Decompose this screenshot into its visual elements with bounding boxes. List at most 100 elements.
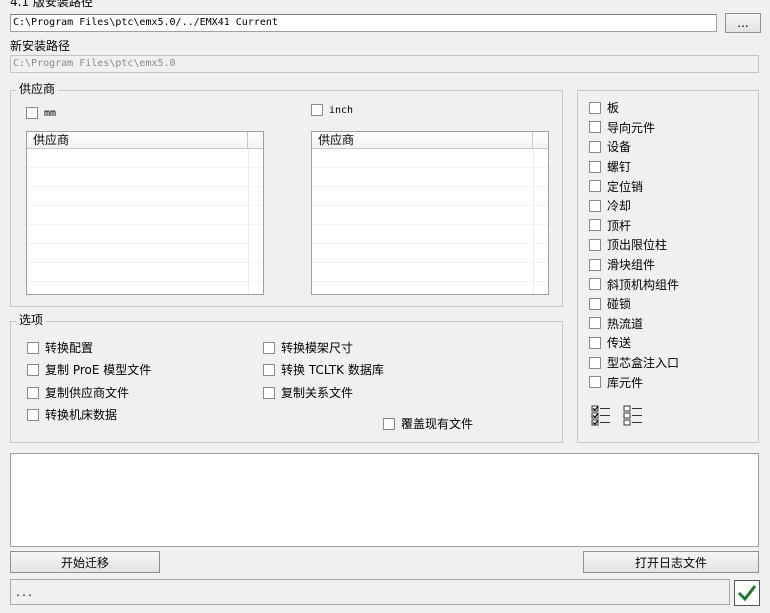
component-option[interactable]: 热流道 <box>589 314 749 334</box>
mm-supplier-list[interactable]: 供应商 <box>26 131 264 295</box>
copy-proe-models-checkbox[interactable] <box>27 363 39 376</box>
component-checkbox[interactable] <box>589 238 601 251</box>
component-checkbox[interactable] <box>589 336 601 349</box>
component-label: 顶出限位柱 <box>607 238 668 253</box>
deselect-all-icon <box>623 405 642 426</box>
component-checkbox[interactable] <box>589 356 601 369</box>
select-all-icon <box>591 405 610 426</box>
component-list: 板导向元件设备螺钉定位销冷却顶杆顶出限位柱滑块组件斜顶机构组件 碰锁热流道传送型芯… <box>589 98 749 392</box>
copy-supplier-files-label: 复制供应商文件 <box>45 386 130 400</box>
copy-relation-files-option[interactable]: 复制关系文件 <box>263 384 353 401</box>
convert-tcltk-db-checkbox[interactable] <box>263 363 275 376</box>
mm-checkbox[interactable] <box>26 107 38 119</box>
old-path-input[interactable]: C:\Program Files\ptc\emx5.0/../EMX41 Cur… <box>10 14 717 32</box>
component-checkbox[interactable] <box>589 317 601 330</box>
component-checkbox[interactable] <box>589 140 601 153</box>
component-option[interactable]: 库元件 <box>589 372 749 392</box>
copy-proe-models-option[interactable]: 复制 ProE 模型文件 <box>27 361 151 378</box>
open-log-file-button[interactable]: 打开日志文件 <box>583 551 759 573</box>
component-label: 冷却 <box>607 199 632 214</box>
convert-config-option[interactable]: 转换配置 <box>27 339 93 356</box>
inch-checkbox-row[interactable]: inch <box>311 104 353 116</box>
mm-supplier-list-header[interactable]: 供应商 <box>27 132 263 149</box>
convert-frame-size-option[interactable]: 转换模架尺寸 <box>263 339 353 356</box>
copy-supplier-files-checkbox[interactable] <box>27 386 39 399</box>
component-checkbox[interactable] <box>589 219 601 232</box>
component-label: 导向元件 <box>607 120 656 135</box>
component-option[interactable]: 冷却 <box>589 196 749 216</box>
overwrite-existing-option[interactable]: 覆盖现有文件 <box>383 415 473 432</box>
component-checkbox[interactable] <box>589 121 601 134</box>
component-label: 设备 <box>607 140 632 155</box>
select-all-button[interactable] <box>589 403 613 427</box>
component-checkbox[interactable] <box>589 258 601 271</box>
old-path-label: 4.1 版安装路径 <box>10 0 93 9</box>
inch-supplier-column-header[interactable]: 供应商 <box>312 132 533 148</box>
overwrite-existing-checkbox[interactable] <box>383 417 395 430</box>
status-text: ... <box>15 588 34 599</box>
component-option[interactable]: 设备 <box>589 137 749 157</box>
component-option[interactable]: 型芯盒注入口 <box>589 353 749 373</box>
component-option[interactable]: 斜顶机构组件 <box>589 274 749 294</box>
component-label: 顶杆 <box>607 218 632 233</box>
component-label: 库元件 <box>607 375 644 390</box>
copy-proe-models-label: 复制 ProE 模型文件 <box>45 363 152 377</box>
inch-label: inch <box>329 104 354 116</box>
component-option[interactable]: 螺钉 <box>589 157 749 177</box>
copy-supplier-files-option[interactable]: 复制供应商文件 <box>27 384 129 401</box>
component-option[interactable]: 顶杆 <box>589 216 749 236</box>
component-label: 螺钉 <box>607 160 632 175</box>
log-output[interactable] <box>10 453 759 547</box>
component-label: 斜顶机构组件 <box>607 277 680 292</box>
component-checkbox[interactable] <box>589 160 601 173</box>
component-checkbox[interactable] <box>589 180 601 193</box>
component-checkbox[interactable] <box>589 278 601 291</box>
convert-machine-data-label: 转换机床数据 <box>45 408 118 422</box>
component-option[interactable]: 滑块组件 <box>589 255 749 275</box>
component-option[interactable]: 顶出限位柱 <box>589 235 749 255</box>
component-label: 型芯盒注入口 <box>607 356 680 371</box>
inch-supplier-list-header[interactable]: 供应商 <box>312 132 548 149</box>
new-path-input: C:\Program Files\ptc\emx5.0 <box>10 55 759 73</box>
new-path-label: 新安装路径 <box>10 39 71 53</box>
deselect-all-button[interactable] <box>621 403 645 427</box>
component-option[interactable]: 定位销 <box>589 176 749 196</box>
component-label: 碰锁 <box>607 297 632 312</box>
inch-checkbox[interactable] <box>311 104 323 116</box>
done-checkbox-button[interactable] <box>734 580 760 606</box>
copy-relation-files-label: 复制关系文件 <box>281 386 354 400</box>
component-label: 热流道 <box>607 316 644 331</box>
component-label: 滑块组件 <box>607 258 656 273</box>
component-option[interactable]: 导向元件 <box>589 118 749 138</box>
convert-tcltk-db-option[interactable]: 转换 TCLTK 数据库 <box>263 361 384 378</box>
mm-supplier-column-header[interactable]: 供应商 <box>27 132 248 148</box>
convert-tcltk-db-label: 转换 TCLTK 数据库 <box>281 363 384 377</box>
component-checkbox[interactable] <box>589 376 601 389</box>
component-option[interactable]: 传送 <box>589 333 749 353</box>
supplier-group-title: 供应商 <box>16 82 59 96</box>
convert-config-label: 转换配置 <box>45 341 94 355</box>
mm-label: mm <box>44 107 57 119</box>
convert-machine-data-checkbox[interactable] <box>27 408 39 421</box>
browse-button[interactable]: ... <box>725 13 761 33</box>
convert-frame-size-label: 转换模架尺寸 <box>281 341 354 355</box>
component-checkbox[interactable] <box>589 297 601 310</box>
convert-machine-data-option[interactable]: 转换机床数据 <box>27 406 117 423</box>
component-label: 板 <box>607 101 620 116</box>
mm-checkbox-row[interactable]: mm <box>26 107 56 119</box>
component-option[interactable]: 板 <box>589 98 749 118</box>
component-label: 传送 <box>607 336 632 351</box>
component-label: 定位销 <box>607 179 644 194</box>
start-migration-button[interactable]: 开始迁移 <box>10 551 160 573</box>
convert-frame-size-checkbox[interactable] <box>263 341 275 354</box>
inch-supplier-list[interactable]: 供应商 <box>311 131 549 295</box>
check-icon <box>737 585 757 602</box>
component-checkbox[interactable] <box>589 199 601 212</box>
status-bar: ... <box>10 579 730 605</box>
options-group-title: 选项 <box>16 313 47 327</box>
copy-relation-files-checkbox[interactable] <box>263 386 275 399</box>
component-checkbox[interactable] <box>589 101 601 114</box>
convert-config-checkbox[interactable] <box>27 341 39 354</box>
overwrite-existing-label: 覆盖现有文件 <box>401 417 474 431</box>
component-option[interactable]: 碰锁 <box>589 294 749 314</box>
